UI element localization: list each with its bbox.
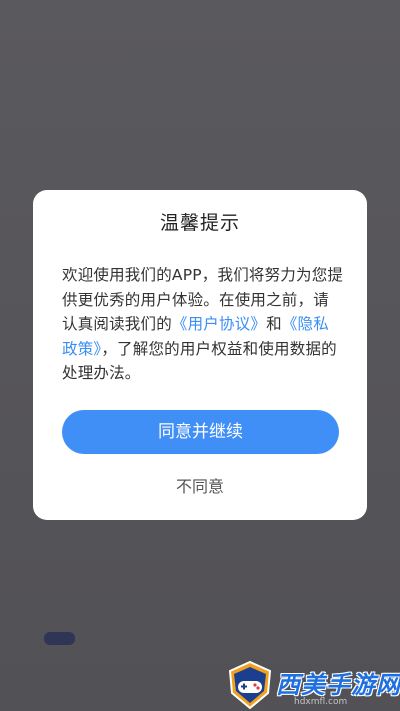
message-text-end: ，了解您的用户权益和使用数据的处理办法。	[62, 339, 337, 383]
dialog-title: 温馨提示	[159, 212, 240, 234]
disagree-button[interactable]: 不同意	[150, 472, 250, 502]
background-indicator	[44, 632, 75, 645]
watermark-url: hdxmfl.com	[294, 697, 348, 707]
agree-button[interactable]: 同意并继续	[62, 410, 339, 454]
watermark-text: 西美手游网	[276, 671, 400, 699]
user-agreement-link[interactable]: 《用户协议》	[172, 315, 266, 333]
site-watermark: 西美手游网 hdxmfl.com	[224, 659, 400, 711]
gamepad-shield-icon	[228, 660, 272, 710]
dialog-message: 欢迎使用我们的APP，我们将努力为您提供更优秀的用户体验。在使用之前，请认真阅读…	[62, 263, 344, 386]
message-and: 和	[266, 315, 282, 333]
